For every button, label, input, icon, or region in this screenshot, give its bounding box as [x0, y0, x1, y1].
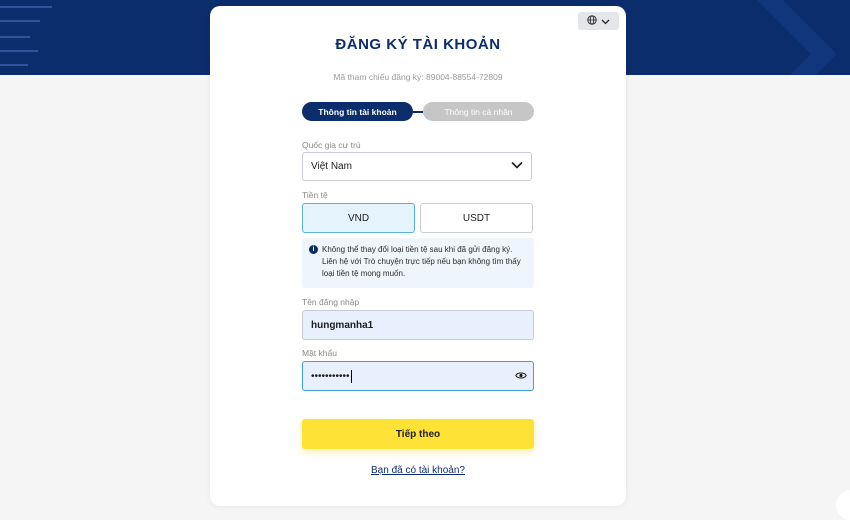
page-title: ĐĂNG KÝ TÀI KHOẢN: [335, 36, 501, 53]
currency-option-vnd[interactable]: VND: [302, 203, 415, 233]
country-value: Việt Nam: [311, 161, 352, 172]
username-label: Tên đăng nhập: [302, 297, 360, 307]
currency-notice: i Không thể thay đổi loại tiền tệ sau kh…: [302, 238, 534, 288]
password-label: Mật khẩu: [302, 348, 337, 358]
step-connector: [413, 111, 423, 113]
chevron-down-icon: [601, 12, 610, 30]
password-value: •••••••••••: [311, 370, 350, 382]
username-input[interactable]: hungmanha1: [302, 310, 534, 340]
show-password-icon[interactable]: [515, 371, 527, 383]
username-value: hungmanha1: [311, 319, 374, 331]
text-cursor: [350, 369, 352, 383]
currency-label: Tiền tệ: [302, 190, 328, 200]
country-select[interactable]: Việt Nam: [302, 152, 532, 181]
login-link[interactable]: Bạn đã có tài khoản?: [210, 465, 626, 476]
info-icon: i: [309, 245, 318, 254]
corner-widget: [836, 490, 850, 520]
notice-text: Không thể thay đổi loại tiền tệ sau khi …: [322, 245, 521, 278]
country-label: Quốc gia cư trú: [302, 140, 361, 150]
chevron-down-icon: [511, 161, 523, 172]
currency-option-usdt[interactable]: USDT: [420, 203, 533, 233]
step-personal-info: Thông tin cá nhân: [423, 102, 534, 121]
reference-code: Mã tham chiếu đăng ký: 89004-88554-72809: [333, 72, 503, 82]
next-button[interactable]: Tiếp theo: [302, 419, 534, 449]
password-input[interactable]: •••••••••••: [302, 361, 534, 391]
globe-icon: [587, 12, 597, 30]
step-account-info: Thông tin tài khoản: [302, 102, 413, 121]
language-selector[interactable]: [578, 12, 619, 30]
